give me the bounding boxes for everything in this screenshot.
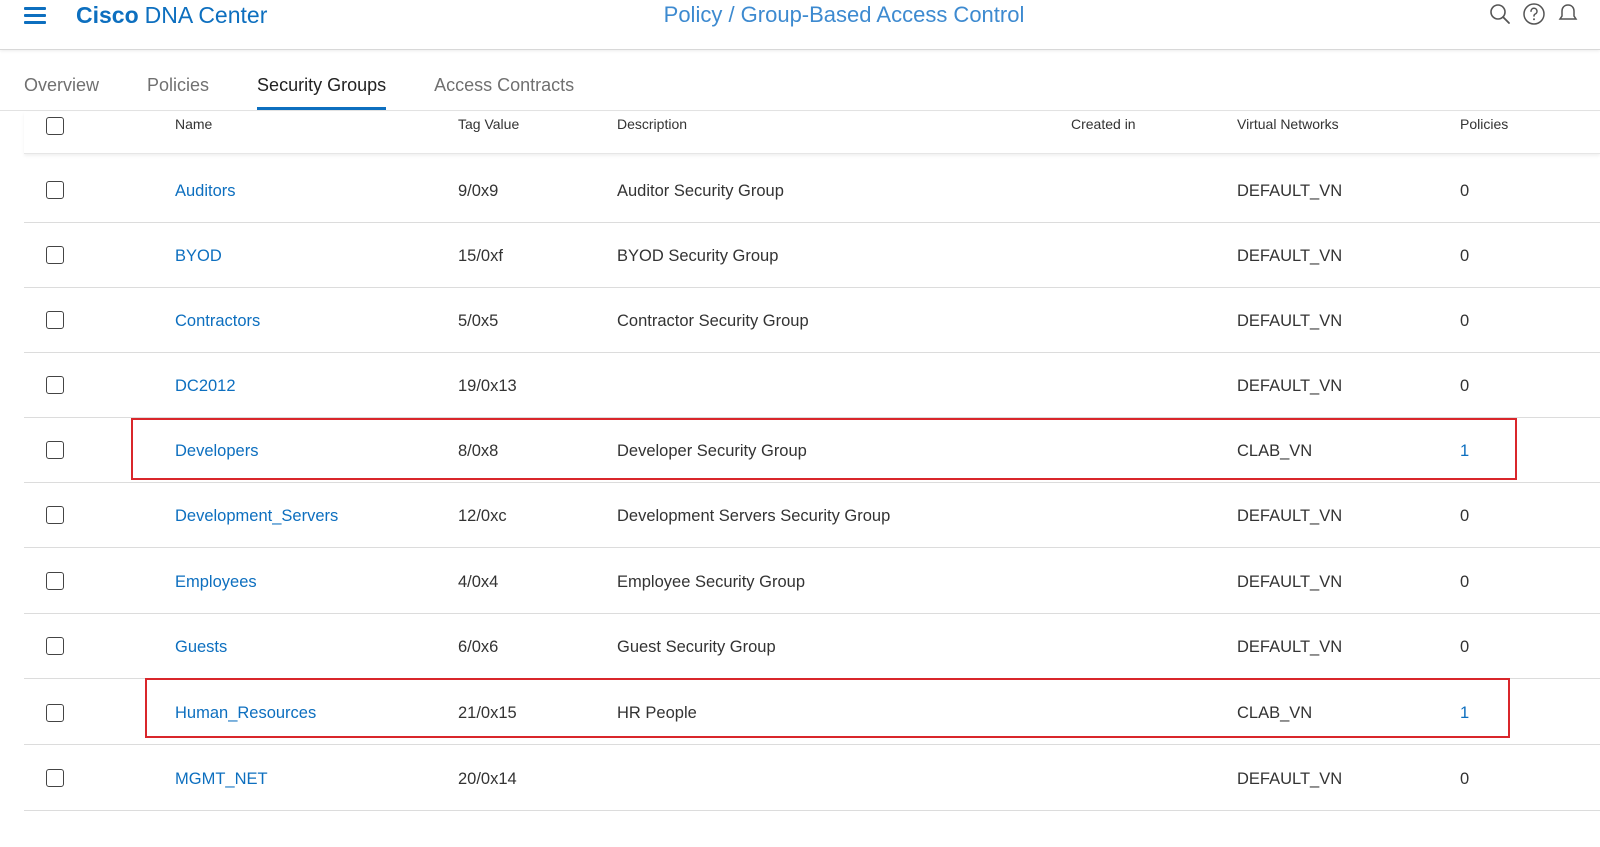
policies-count: 0 [1460, 770, 1470, 788]
column-header-name[interactable]: Name [175, 116, 212, 132]
header-actions [1488, 2, 1580, 26]
virtual-network: DEFAULT_VN [1237, 507, 1343, 525]
row-checkbox[interactable] [46, 441, 64, 459]
group-name-link[interactable]: Human_Resources [175, 704, 316, 723]
tag-value: 19/0x13 [458, 377, 517, 395]
row-checkbox[interactable] [46, 572, 64, 590]
group-name-link[interactable]: Developers [175, 442, 258, 461]
group-name-link[interactable]: BYOD [175, 247, 222, 266]
table-row[interactable]: Contractors 5/0x5 Contractor Security Gr… [24, 288, 1600, 353]
select-all-checkbox[interactable] [46, 117, 64, 135]
virtual-network: DEFAULT_VN [1237, 377, 1343, 395]
search-icon[interactable] [1488, 2, 1512, 26]
row-checkbox[interactable] [46, 246, 64, 264]
tab-bar: Overview Policies Security Groups Access… [24, 70, 622, 112]
virtual-network: DEFAULT_VN [1237, 573, 1343, 591]
column-header-created-in[interactable]: Created in [1071, 116, 1136, 132]
table-row[interactable]: MGMT_NET 20/0x14 DEFAULT_VN 0 [24, 746, 1600, 811]
group-name-link[interactable]: Employees [175, 573, 257, 592]
policies-count: 0 [1460, 247, 1470, 265]
virtual-network: DEFAULT_VN [1237, 182, 1343, 200]
virtual-network: DEFAULT_VN [1237, 770, 1343, 788]
tab-policies[interactable]: Policies [147, 70, 209, 110]
page-title: Policy / Group-Based Access Control [663, 2, 1025, 27]
description: Guest Security Group [617, 638, 776, 656]
policies-count-link[interactable]: 1 [1460, 704, 1469, 723]
table-row[interactable]: Guests 6/0x6 Guest Security Group DEFAUL… [24, 614, 1600, 679]
table-row[interactable]: Development_Servers 12/0xc Development S… [24, 483, 1600, 548]
tag-value: 9/0x9 [458, 182, 499, 200]
column-header-tag-value[interactable]: Tag Value [458, 116, 519, 132]
tag-value: 12/0xc [458, 507, 507, 525]
virtual-network: DEFAULT_VN [1237, 247, 1343, 265]
column-header-policies[interactable]: Policies [1460, 116, 1508, 132]
policies-count: 0 [1460, 182, 1470, 200]
tab-divider [0, 110, 1600, 111]
description: Developer Security Group [617, 442, 807, 460]
group-name-link[interactable]: MGMT_NET [175, 770, 268, 789]
description: Employee Security Group [617, 573, 806, 591]
column-header-virtual-networks[interactable]: Virtual Networks [1237, 116, 1339, 132]
column-header-description[interactable]: Description [617, 116, 687, 132]
table-row[interactable]: DC2012 19/0x13 DEFAULT_VN 0 [24, 353, 1600, 418]
group-name-link[interactable]: DC2012 [175, 377, 236, 396]
policies-count: 0 [1460, 638, 1470, 656]
group-name-link[interactable]: Development_Servers [175, 507, 338, 526]
policies-count: 0 [1460, 312, 1470, 330]
table-row[interactable]: Auditors 9/0x9 Auditor Security Group DE… [24, 158, 1600, 223]
row-checkbox[interactable] [46, 181, 64, 199]
tag-value: 6/0x6 [458, 638, 499, 656]
policies-count: 0 [1460, 573, 1470, 591]
tag-value: 4/0x4 [458, 573, 499, 591]
description: HR People [617, 704, 697, 722]
row-checkbox[interactable] [46, 704, 64, 722]
policies-count-link[interactable]: 1 [1460, 442, 1469, 461]
row-checkbox[interactable] [46, 637, 64, 655]
table-header: Name Tag Value Description Created in Vi… [24, 112, 1600, 154]
top-navigation-bar: Cisco DNA Center Policy / Group-Based Acc… [0, 0, 1600, 50]
group-name-link[interactable]: Auditors [175, 182, 236, 201]
tab-access-contracts[interactable]: Access Contracts [434, 70, 574, 110]
policies-count: 0 [1460, 377, 1470, 395]
help-icon[interactable] [1522, 2, 1546, 26]
table-row[interactable]: Developers 8/0x8 Developer Security Grou… [24, 418, 1600, 483]
description: Contractor Security Group [617, 312, 809, 330]
notification-icon[interactable] [1556, 2, 1580, 26]
tag-value: 20/0x14 [458, 770, 517, 788]
virtual-network: DEFAULT_VN [1237, 638, 1343, 656]
tag-value: 15/0xf [458, 247, 503, 265]
tag-value: 8/0x8 [458, 442, 499, 460]
description: BYOD Security Group [617, 247, 779, 265]
group-name-link[interactable]: Contractors [175, 312, 260, 331]
row-checkbox[interactable] [46, 769, 64, 787]
tab-security-groups[interactable]: Security Groups [257, 70, 387, 110]
table-row[interactable]: Human_Resources 21/0x15 HR People CLAB_V… [24, 680, 1600, 745]
row-checkbox[interactable] [46, 376, 64, 394]
tag-value: 5/0x5 [458, 312, 499, 330]
description: Auditor Security Group [617, 182, 784, 200]
tag-value: 21/0x15 [458, 704, 517, 722]
group-name-link[interactable]: Guests [175, 638, 227, 657]
table-row[interactable]: Employees 4/0x4 Employee Security Group … [24, 549, 1600, 614]
virtual-network: CLAB_VN [1237, 442, 1313, 460]
tab-overview[interactable]: Overview [24, 70, 99, 110]
virtual-network: DEFAULT_VN [1237, 312, 1343, 330]
virtual-network: CLAB_VN [1237, 704, 1313, 722]
policies-count: 0 [1460, 507, 1470, 525]
description: Development Servers Security Group [617, 507, 891, 525]
row-checkbox[interactable] [46, 506, 64, 524]
row-checkbox[interactable] [46, 311, 64, 329]
table-row[interactable]: BYOD 15/0xf BYOD Security Group DEFAULT_… [24, 223, 1600, 288]
